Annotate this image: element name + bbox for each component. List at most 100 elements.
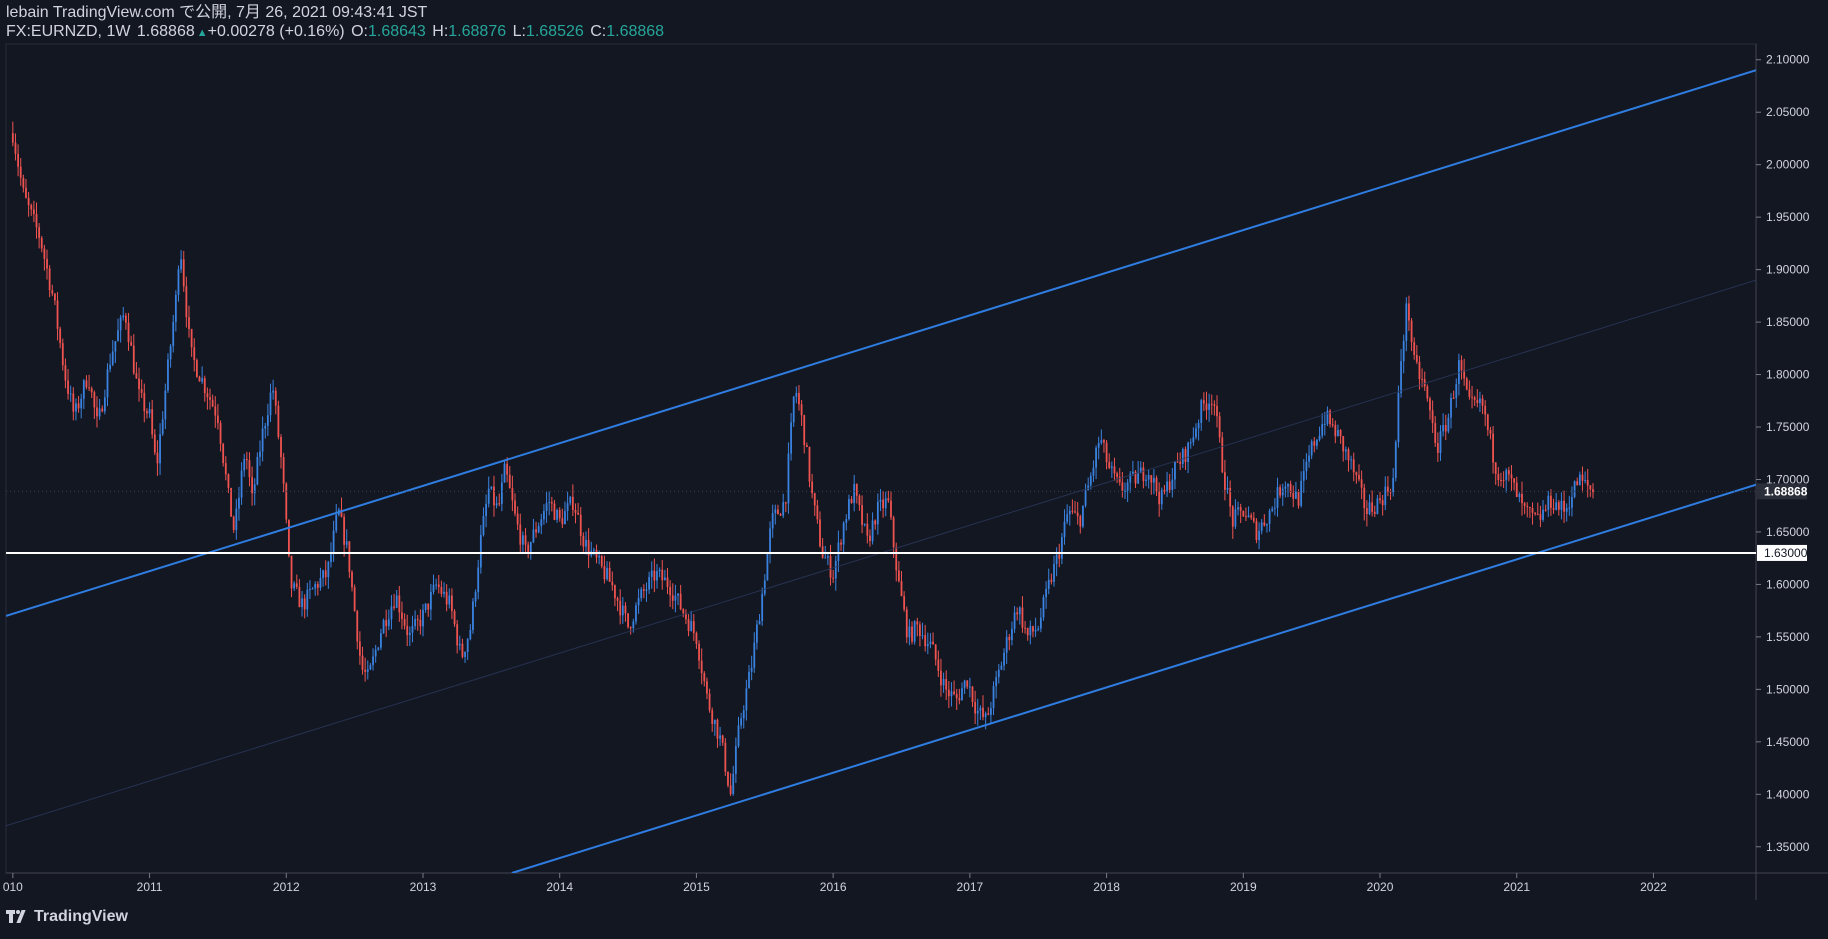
candle-body <box>535 529 537 533</box>
candle-body <box>703 673 706 682</box>
candle-body <box>1055 554 1058 564</box>
candle-body <box>766 553 769 581</box>
candle-body <box>406 625 409 636</box>
candle-body <box>164 390 167 420</box>
candle-body <box>1536 513 1539 515</box>
low-value: 1.68526 <box>525 23 584 40</box>
candle <box>727 771 729 788</box>
x-tick-label: 2013 <box>410 880 437 894</box>
candle-body <box>1026 627 1029 636</box>
candle-body <box>1153 477 1155 483</box>
candle-body <box>19 166 22 178</box>
footer-brand[interactable]: TradingView <box>6 908 128 926</box>
time-axis[interactable]: 010 2011 2012 2013 2014 2015 2016 2017 2018 2019 2… <box>3 873 1667 894</box>
candle-body <box>414 619 417 627</box>
candle-body <box>1337 430 1339 437</box>
candle <box>1042 594 1045 621</box>
candle-body <box>1342 436 1345 452</box>
candle-body <box>309 589 311 591</box>
candle-body <box>451 595 453 612</box>
candle-body <box>1210 403 1213 405</box>
candle-body <box>88 387 90 389</box>
candle-body <box>448 595 451 605</box>
candle-body <box>777 509 779 515</box>
candle-body <box>671 595 674 601</box>
candle-body <box>398 595 401 613</box>
candle-body <box>1237 507 1239 510</box>
price-chart[interactable]: 2.10000 2.05000 2.00000 1.95000 1.90000 1.850… <box>0 0 1828 939</box>
symbol-label[interactable]: FX:EURNZD, 1W <box>6 23 130 40</box>
candle-body <box>1421 379 1423 381</box>
candle-body <box>1471 396 1473 398</box>
candle-body <box>277 405 280 438</box>
candle-body <box>1126 482 1129 491</box>
candle-body <box>1334 424 1337 437</box>
candle-body <box>1271 508 1274 511</box>
candle-body <box>161 419 164 435</box>
x-tick-label: 2014 <box>546 880 573 894</box>
candle-body <box>958 698 961 701</box>
candle-body <box>642 589 645 591</box>
candle-body <box>1179 461 1182 464</box>
candle-body <box>758 621 761 625</box>
price-axis[interactable]: 2.10000 2.05000 2.00000 1.95000 1.90000 1.850… <box>1756 53 1810 854</box>
candle-body <box>387 619 390 627</box>
x-tick-label: 2012 <box>273 880 300 894</box>
change-arrow-icon: ▲ <box>196 27 208 39</box>
candle-body <box>280 437 282 458</box>
candle-body <box>1500 480 1502 482</box>
candle-body <box>611 581 614 586</box>
candle-body <box>151 409 154 435</box>
candle-body <box>40 237 43 249</box>
candle-body <box>440 586 443 594</box>
candle-body <box>569 496 572 504</box>
candle-body <box>90 388 93 393</box>
candle-body <box>990 708 992 715</box>
candle-body <box>677 593 679 596</box>
candle-body <box>687 619 690 631</box>
candle-body <box>826 556 829 558</box>
candle-body <box>408 632 411 636</box>
candle-body <box>713 719 716 725</box>
candle-body <box>1502 480 1505 482</box>
candle-body <box>1103 440 1105 443</box>
candle-body <box>900 581 903 597</box>
candle-body <box>866 523 869 536</box>
candle-body <box>301 598 303 608</box>
candle-body <box>1053 563 1055 582</box>
candle-body <box>619 600 622 616</box>
candle-body <box>135 373 138 379</box>
candle-body <box>740 718 743 726</box>
x-tick-label: 2020 <box>1367 880 1394 894</box>
candle-body <box>1216 405 1218 417</box>
candle-body <box>537 526 540 533</box>
candle-body <box>1426 386 1429 399</box>
candle-body <box>895 547 898 571</box>
candle-body <box>1089 475 1092 486</box>
candle-body <box>719 735 721 739</box>
candle-body <box>1557 502 1560 510</box>
candle-body <box>911 626 913 642</box>
candle-body <box>756 624 758 643</box>
candle-body <box>345 541 348 545</box>
candle-body <box>829 556 832 578</box>
candle-body <box>1176 461 1179 463</box>
candle-body <box>243 458 246 471</box>
candle-body <box>54 293 56 301</box>
candle-body <box>385 620 388 627</box>
candle-body <box>443 591 445 594</box>
candle-body <box>1231 506 1234 527</box>
candle-body <box>1308 455 1310 462</box>
candle <box>256 452 259 486</box>
candle-body <box>627 613 629 628</box>
candle-body <box>1142 467 1145 481</box>
candle-body <box>285 483 288 520</box>
candle-body <box>879 499 882 502</box>
candle-body <box>813 493 816 506</box>
candle-body <box>369 665 372 670</box>
candle-body <box>445 591 448 605</box>
candle-body <box>500 482 503 504</box>
x-tick-label: 2015 <box>683 880 710 894</box>
high-label: H: <box>432 23 449 40</box>
candle-body <box>1239 507 1242 511</box>
